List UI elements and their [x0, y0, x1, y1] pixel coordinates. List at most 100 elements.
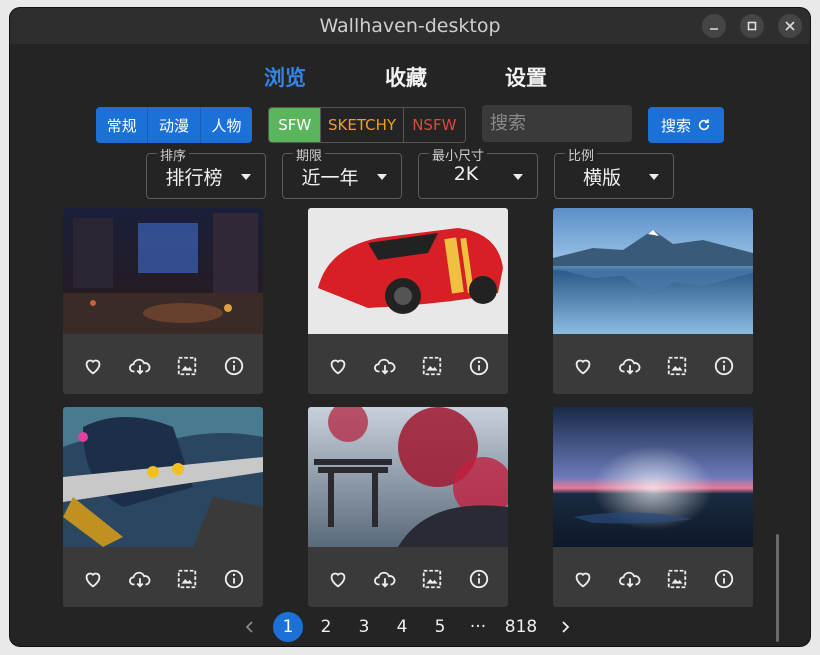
- wallpaper-thumbnail[interactable]: [553, 208, 753, 334]
- wallpaper-thumbnail[interactable]: [308, 407, 508, 547]
- wallpaper-card: [308, 208, 508, 394]
- min-size-dropdown[interactable]: 最小尺寸 2K: [418, 145, 538, 199]
- favorite-button[interactable]: [325, 353, 351, 379]
- ratio-label: 比例: [565, 145, 598, 164]
- wallpaper-thumbnail[interactable]: [553, 407, 753, 547]
- download-button[interactable]: [617, 353, 643, 379]
- info-button[interactable]: [711, 566, 737, 592]
- purity-sfw-toggle[interactable]: SFW: [269, 108, 321, 142]
- next-page-button[interactable]: [550, 612, 580, 642]
- scrollbar[interactable]: [776, 534, 779, 642]
- heart-icon: [330, 572, 345, 588]
- favorite-button[interactable]: [570, 566, 596, 592]
- cloud-download-icon: [373, 571, 395, 588]
- set-wallpaper-icon: [667, 356, 686, 376]
- titlebar[interactable]: Wallhaven-desktop: [10, 8, 810, 44]
- minimize-button[interactable]: [702, 14, 726, 38]
- close-icon: [785, 21, 795, 31]
- range-dropdown[interactable]: 期限 近一年: [282, 145, 402, 199]
- favorite-button[interactable]: [325, 566, 351, 592]
- cloud-download-icon: [373, 358, 395, 375]
- set-wallpaper-button[interactable]: [174, 353, 200, 379]
- card-actions: [553, 338, 753, 394]
- chevron-right-icon: [562, 621, 570, 633]
- maximize-button[interactable]: [740, 14, 764, 38]
- wallpaper-thumbnail[interactable]: [63, 407, 263, 547]
- wallpaper-thumbnail[interactable]: [63, 208, 263, 334]
- chevron-down-icon: [377, 174, 387, 180]
- ratio-dropdown[interactable]: 比例 横版: [554, 145, 674, 199]
- download-button[interactable]: [127, 353, 153, 379]
- set-wallpaper-button[interactable]: [664, 566, 690, 592]
- favorite-button[interactable]: [80, 566, 106, 592]
- minimize-icon: [710, 28, 718, 30]
- download-button[interactable]: [372, 353, 398, 379]
- info-button[interactable]: [466, 353, 492, 379]
- min-size-label: 最小尺寸: [429, 145, 488, 164]
- page-button-1[interactable]: 1: [273, 612, 303, 642]
- card-actions: [308, 551, 508, 607]
- set-wallpaper-button[interactable]: [664, 353, 690, 379]
- set-wallpaper-icon: [177, 569, 196, 589]
- page-button-last[interactable]: 818: [501, 612, 541, 642]
- card-actions: [63, 338, 263, 394]
- set-wallpaper-button[interactable]: [419, 566, 445, 592]
- heart-icon: [575, 572, 590, 588]
- card-actions: [553, 551, 753, 607]
- tab-settings[interactable]: 设置: [505, 62, 547, 92]
- info-button[interactable]: [466, 566, 492, 592]
- cloud-download-icon: [128, 571, 150, 588]
- favorite-button[interactable]: [80, 353, 106, 379]
- info-icon: [224, 356, 243, 376]
- page-button-2[interactable]: 2: [311, 612, 341, 642]
- set-wallpaper-button[interactable]: [419, 353, 445, 379]
- search-input[interactable]: [482, 105, 632, 142]
- range-value: 近一年: [301, 167, 359, 189]
- info-button[interactable]: [221, 353, 247, 379]
- search-button[interactable]: 搜索: [648, 107, 724, 143]
- favorite-button[interactable]: [570, 353, 596, 379]
- category-people-toggle[interactable]: 人物: [200, 107, 252, 143]
- maximize-icon: [747, 21, 757, 31]
- tab-favorites[interactable]: 收藏: [385, 62, 427, 92]
- info-icon: [714, 569, 733, 589]
- category-anime-toggle[interactable]: 动漫: [148, 107, 201, 143]
- wallpaper-card: [308, 407, 508, 607]
- wallpaper-thumbnail[interactable]: [308, 208, 508, 334]
- download-button[interactable]: [372, 566, 398, 592]
- page-button-4[interactable]: 4: [387, 612, 417, 642]
- download-button[interactable]: [617, 566, 643, 592]
- set-wallpaper-icon: [422, 356, 441, 376]
- cloud-download-icon: [128, 358, 150, 375]
- page-button-5[interactable]: 5: [425, 612, 455, 642]
- info-button[interactable]: [711, 353, 737, 379]
- cloud-download-icon: [618, 358, 640, 375]
- app-window: Wallhaven-desktop 浏览 收藏 设置 常规 动漫 人物 SFW …: [10, 8, 810, 646]
- heart-icon: [330, 359, 345, 375]
- page-ellipsis: ···: [469, 617, 487, 637]
- info-icon: [469, 356, 488, 376]
- page-button-3[interactable]: 3: [349, 612, 379, 642]
- close-button[interactable]: [778, 14, 802, 38]
- category-general-toggle[interactable]: 常规: [96, 107, 149, 143]
- set-wallpaper-button[interactable]: [174, 566, 200, 592]
- sort-dropdown[interactable]: 排序 排行榜: [146, 145, 266, 199]
- heart-icon: [575, 359, 590, 375]
- download-button[interactable]: [127, 566, 153, 592]
- tab-browse[interactable]: 浏览: [264, 62, 306, 92]
- chevron-down-icon: [513, 174, 523, 180]
- category-toggle-group: 常规 动漫 人物: [96, 107, 252, 143]
- search-field: [482, 105, 632, 142]
- card-actions: [63, 551, 263, 607]
- purity-sketchy-toggle[interactable]: SKETCHY: [320, 108, 404, 142]
- prev-page-button[interactable]: [235, 612, 265, 642]
- purity-nsfw-toggle[interactable]: NSFW: [404, 108, 465, 142]
- search-button-label: 搜索: [660, 116, 691, 135]
- wallpaper-card: [63, 407, 263, 607]
- chevron-down-icon: [241, 174, 251, 180]
- heart-icon: [85, 359, 100, 375]
- info-button[interactable]: [221, 566, 247, 592]
- wallpaper-card: [553, 208, 753, 394]
- refresh-icon: [698, 119, 710, 131]
- chevron-left-icon: [245, 621, 253, 633]
